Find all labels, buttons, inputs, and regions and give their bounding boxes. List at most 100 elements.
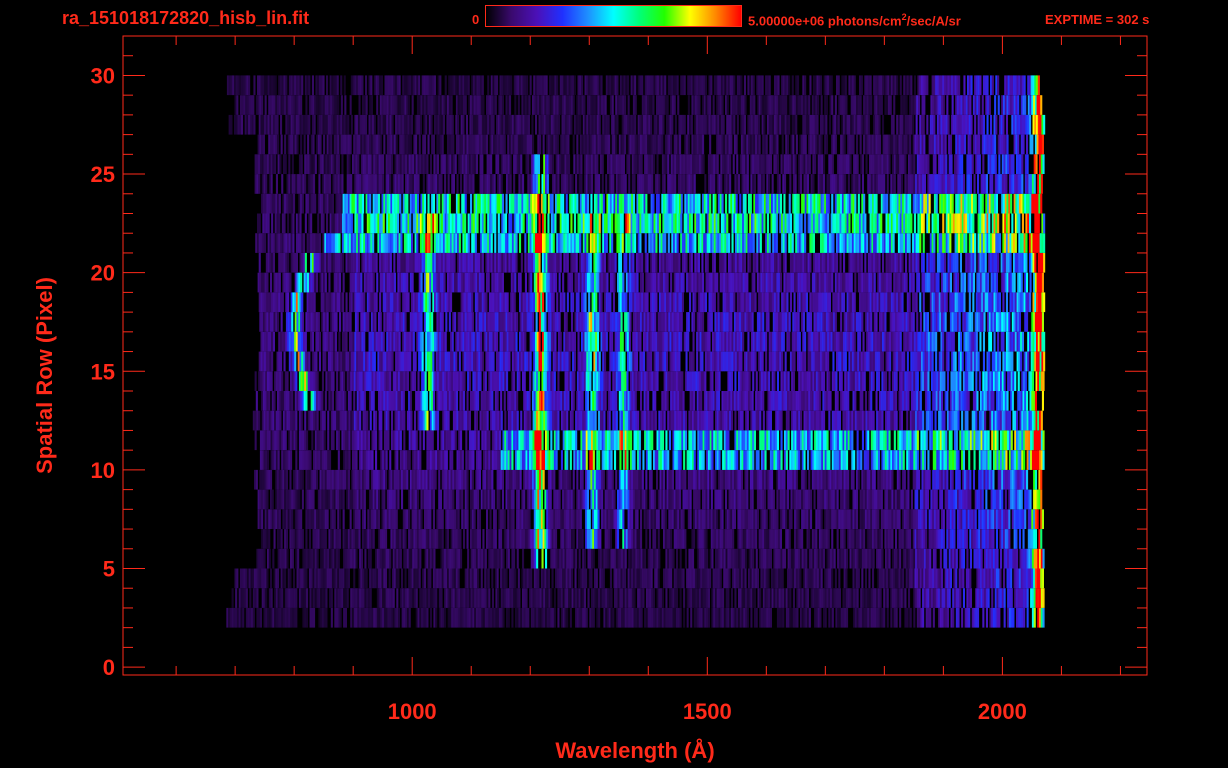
heatmap-cell xyxy=(307,469,310,490)
heatmap-cell xyxy=(584,351,587,372)
heatmap-cell xyxy=(616,351,619,372)
heatmap-cell xyxy=(304,548,307,569)
heatmap-cell xyxy=(828,371,831,391)
heatmap-cell xyxy=(749,489,752,510)
heatmap-cell xyxy=(526,568,529,589)
heatmap-cell xyxy=(946,371,949,391)
heatmap-cell xyxy=(936,430,939,451)
heatmap-cell xyxy=(422,410,425,431)
heatmap-cell xyxy=(437,410,440,431)
heatmap-cell xyxy=(780,450,783,470)
heatmap-cell xyxy=(265,351,268,372)
heatmap-cell xyxy=(547,469,550,490)
heatmap-cell xyxy=(628,410,631,431)
heatmap-cell xyxy=(887,489,890,510)
heatmap-cell xyxy=(844,410,847,431)
heatmap-cell xyxy=(460,410,463,431)
heatmap-cell xyxy=(528,391,531,411)
heatmap-cell xyxy=(302,430,305,451)
heatmap-cell xyxy=(791,371,794,391)
heatmap-cell xyxy=(689,469,692,490)
heatmap-cell xyxy=(898,568,901,589)
heatmap-cell xyxy=(948,588,951,608)
heatmap-cell xyxy=(852,529,855,549)
heatmap-cell xyxy=(869,588,872,608)
heatmap-cell xyxy=(1017,371,1020,391)
heatmap-cell xyxy=(1039,410,1042,431)
heatmap-cell xyxy=(553,469,556,490)
heatmap-cell xyxy=(325,450,328,470)
heatmap-cell xyxy=(463,607,466,628)
heatmap-cell xyxy=(1001,391,1004,411)
heatmap-cell xyxy=(925,489,928,510)
heatmap-cell xyxy=(1000,588,1003,608)
heatmap-cell xyxy=(368,351,371,372)
heatmap-cell xyxy=(524,509,527,529)
heatmap-cell xyxy=(363,391,366,411)
heatmap-cell xyxy=(454,410,457,431)
heatmap-cell xyxy=(422,588,425,608)
heatmap-cell xyxy=(762,529,765,549)
heatmap-cell xyxy=(248,568,251,589)
heatmap-cell xyxy=(700,607,703,628)
heatmap-cell xyxy=(699,588,702,608)
heatmap-cell xyxy=(422,391,425,411)
heatmap-cell xyxy=(712,391,715,411)
heatmap-cell xyxy=(596,371,599,391)
heatmap-cell xyxy=(833,509,836,529)
heatmap-cell xyxy=(941,391,944,411)
heatmap-cell xyxy=(738,588,741,608)
heatmap-cell xyxy=(971,410,974,431)
heatmap-cell xyxy=(591,410,594,431)
heatmap-cell xyxy=(634,529,637,549)
heatmap-cell xyxy=(609,529,612,549)
heatmap-cell xyxy=(549,391,552,411)
heatmap-cell xyxy=(398,410,401,431)
heatmap-cell xyxy=(375,410,378,431)
heatmap-cell xyxy=(1003,568,1006,589)
heatmap-cell xyxy=(939,548,942,569)
heatmap-cell xyxy=(798,450,801,470)
heatmap-cell xyxy=(528,509,531,529)
heatmap-cell xyxy=(604,509,607,529)
heatmap-cell xyxy=(387,588,390,608)
heatmap-cell xyxy=(427,529,430,549)
heatmap-cell xyxy=(693,509,696,529)
heatmap-cell xyxy=(658,607,661,628)
heatmap-cell xyxy=(718,371,721,391)
heatmap-cell xyxy=(640,489,643,510)
heatmap-cell xyxy=(999,529,1002,549)
heatmap-cell xyxy=(870,371,873,391)
heatmap-cell xyxy=(1008,489,1011,510)
heatmap-cell xyxy=(725,588,728,608)
heatmap-cell xyxy=(448,391,451,411)
heatmap-cell xyxy=(523,450,526,470)
heatmap-cell xyxy=(846,410,849,431)
heatmap-cell xyxy=(928,568,931,589)
heatmap-cell xyxy=(611,351,614,372)
heatmap-cell xyxy=(627,391,630,411)
heatmap-cell xyxy=(670,469,673,490)
heatmap-cell xyxy=(1013,568,1016,589)
heatmap-cell xyxy=(725,509,728,529)
heatmap-cell xyxy=(689,568,692,589)
heatmap-cell xyxy=(1020,568,1023,589)
heatmap-cell xyxy=(910,568,913,589)
heatmap-cell xyxy=(675,489,678,510)
heatmap-cell xyxy=(658,548,661,569)
heatmap-cell xyxy=(340,351,343,372)
heatmap-cell xyxy=(723,410,726,431)
heatmap-cell xyxy=(907,391,910,411)
heatmap-cell xyxy=(422,489,425,510)
heatmap-cell xyxy=(687,489,690,510)
heatmap-cell xyxy=(954,588,957,608)
heatmap-cell xyxy=(415,391,418,411)
heatmap-cell xyxy=(899,450,902,470)
heatmap-cell xyxy=(537,588,540,608)
heatmap-cell xyxy=(324,469,327,490)
heatmap-cell xyxy=(700,588,703,608)
heatmap-cell xyxy=(547,509,550,529)
heatmap-cell xyxy=(795,391,798,411)
heatmap-cell xyxy=(432,489,435,510)
heatmap-cell xyxy=(660,607,663,628)
